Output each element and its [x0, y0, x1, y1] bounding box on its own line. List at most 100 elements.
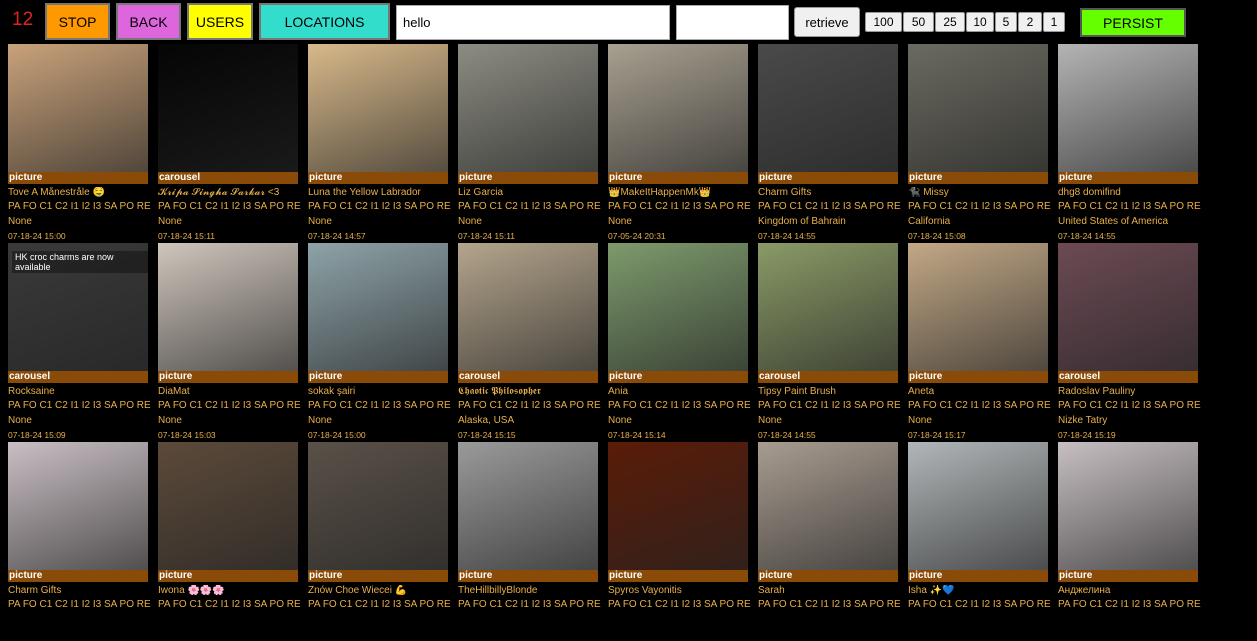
account-name[interactable]: Sarah — [758, 585, 908, 597]
sunset-photo[interactable] — [1058, 243, 1198, 371]
result-card[interactable]: picture Liz Garcia PA FO C1 C2 I1 I2 I3 SA… — [458, 44, 601, 243]
lavender-photo[interactable] — [608, 243, 748, 371]
page-size-5-button[interactable]: 5 — [995, 12, 1017, 32]
phone-case-photo[interactable] — [8, 442, 148, 570]
result-card[interactable]: picture sokak şairi PA FO C1 C2 I1 I2 I3 S… — [308, 243, 451, 442]
account-name[interactable]: Iwona 🌸🌸🌸 — [158, 585, 308, 597]
phone-case-photo[interactable] — [758, 44, 898, 172]
blank-photo[interactable] — [158, 44, 298, 172]
result-card[interactable]: carousel Radoslav Pauliny PA FO C1 C2 I1 I… — [1058, 243, 1201, 442]
post-type-label: picture — [1058, 570, 1198, 582]
result-card[interactable]: picture Iwona 🌸🌸🌸 PA FO C1 C2 I1 I2 I3 SA … — [158, 442, 301, 641]
account-name[interactable]: 𝓚𝓻𝓲𝓹𝓪 𝓢𝓲𝓷𝓰𝓱𝓪 𝓢𝓪𝓻𝓴𝓪𝓻 <3 — [158, 187, 308, 199]
result-card[interactable]: picture Luna the Yellow Labrador PA FO C1 … — [308, 44, 451, 243]
post-type-label: picture — [308, 570, 448, 582]
result-card[interactable]: picture Tove A Månestråle 🤤 PA FO C1 C2 I1… — [8, 44, 151, 243]
persist-button[interactable]: PERSIST — [1080, 8, 1186, 37]
result-card[interactable]: picture Ania PA FO C1 C2 I1 I2 I3 SA PO RE… — [608, 243, 751, 442]
account-name[interactable]: Znów Choe Wiecei 💪 — [308, 585, 458, 597]
locations-button[interactable]: LOCATIONS — [259, 3, 390, 40]
result-card[interactable]: picture Sarah PA FO C1 C2 I1 I2 I3 SA PO R… — [758, 442, 901, 641]
result-card[interactable]: picture Spyros Vayonitis PA FO C1 C2 I1 I2… — [608, 442, 751, 641]
result-card[interactable]: picture dhg8 domifind PA FO C1 C2 I1 I2 I3… — [1058, 44, 1201, 243]
result-card[interactable]: picture Charm Gifts PA FO C1 C2 I1 I2 I3 S… — [8, 442, 151, 641]
result-card[interactable]: HK croc charms are now available carousel… — [8, 243, 151, 442]
search-input[interactable] — [396, 5, 670, 40]
result-card[interactable]: picture TheHillbillyBlonde PA FO C1 C2 I1 … — [458, 442, 601, 641]
cat-photo[interactable] — [908, 44, 1048, 172]
croc-charms-photo[interactable]: HK croc charms are now available — [8, 243, 148, 371]
page-size-10-button[interactable]: 10 — [966, 12, 994, 32]
portrait-photo[interactable] — [8, 44, 148, 172]
street-photo[interactable] — [308, 243, 448, 371]
pavement-photo[interactable] — [458, 44, 598, 172]
page-size-25-button[interactable]: 25 — [935, 12, 965, 32]
account-name[interactable]: DiaMat — [158, 386, 308, 398]
sunset-tree-photo[interactable] — [608, 442, 748, 570]
category-codes: PA FO C1 C2 I1 I2 I3 SA PO RE — [458, 599, 601, 610]
category-codes: PA FO C1 C2 I1 I2 I3 SA PO RE — [908, 400, 1051, 411]
portrait-photo[interactable] — [158, 243, 298, 371]
users-button[interactable]: USERS — [187, 3, 253, 40]
result-card[interactable]: picture Aneta PA FO C1 C2 I1 I2 I3 SA PO R… — [908, 243, 1051, 442]
account-name[interactable]: Tipsy Paint Brush — [758, 386, 908, 398]
puppies-photo[interactable] — [308, 44, 448, 172]
result-card[interactable]: picture Znów Choe Wiecei 💪 PA FO C1 C2 I1 … — [308, 442, 451, 641]
selfie-photo[interactable] — [1058, 442, 1198, 570]
account-name[interactable]: Luna the Yellow Labrador — [308, 187, 458, 199]
post-type-label: picture — [158, 570, 298, 582]
location-text: None — [8, 415, 32, 426]
post-type-label: picture — [758, 172, 898, 184]
selfie-photo[interactable] — [458, 243, 598, 371]
hat-photo[interactable] — [458, 442, 598, 570]
account-name[interactable]: Charm Gifts — [8, 585, 158, 597]
back-button[interactable]: BACK — [116, 3, 181, 40]
account-name[interactable]: Spyros Vayonitis — [608, 585, 758, 597]
portrait-photo[interactable] — [308, 442, 448, 570]
account-name[interactable]: Tove A Månestråle 🤤 — [8, 187, 158, 199]
account-name[interactable]: Aneta — [908, 386, 1058, 398]
account-name[interactable]: sokak şairi — [308, 386, 458, 398]
account-name[interactable]: Ania — [608, 386, 758, 398]
page-size-2-button[interactable]: 2 — [1018, 12, 1042, 32]
account-name[interactable]: Isha ✨💙 — [908, 585, 1058, 597]
post-type-label: carousel — [458, 371, 598, 383]
result-card[interactable]: carousel 𝕮𝖍𝖆𝖔𝖙𝖎𝖈 𝕻𝖍𝖎𝖑𝖔𝖘𝖔𝖕𝖍𝖊𝖗 PA FO C1 C2 I… — [458, 243, 601, 442]
portrait-photo[interactable] — [908, 442, 1048, 570]
stop-button[interactable]: STOP — [45, 3, 110, 40]
category-codes: PA FO C1 C2 I1 I2 I3 SA PO RE — [458, 201, 601, 212]
account-name[interactable]: Rocksaine — [8, 386, 158, 398]
account-name[interactable]: 👑MakeItHappenMk👑 — [608, 187, 758, 199]
account-name[interactable]: 🐈‍⬛ Missy — [908, 187, 1058, 199]
account-name[interactable]: Анджелина — [1058, 585, 1208, 597]
account-name[interactable]: 𝕮𝖍𝖆𝖔𝖙𝖎𝖈 𝕻𝖍𝖎𝖑𝖔𝖘𝖔𝖕𝖍𝖊𝖗 — [458, 386, 608, 398]
secondary-input[interactable] — [676, 5, 789, 40]
garden-photo[interactable] — [758, 243, 898, 371]
page-size-100-button[interactable]: 100 — [865, 12, 902, 32]
post-type-label: carousel — [158, 172, 298, 184]
account-name[interactable]: Radoslav Pauliny — [1058, 386, 1208, 398]
account-name[interactable]: TheHillbillyBlonde — [458, 585, 608, 597]
sea-sunset-photo[interactable] — [158, 442, 298, 570]
post-type-label: picture — [608, 172, 748, 184]
result-card[interactable]: picture 👑MakeItHappenMk👑 PA FO C1 C2 I1 I2… — [608, 44, 751, 243]
kitchen-photo[interactable] — [608, 44, 748, 172]
retrieve-button[interactable]: retrieve — [794, 7, 860, 37]
category-codes: PA FO C1 C2 I1 I2 I3 SA PO RE — [308, 599, 451, 610]
result-card[interactable]: picture Isha ✨💙 PA FO C1 C2 I1 I2 I3 SA PO… — [908, 442, 1051, 641]
account-name[interactable]: Liz Garcia — [458, 187, 608, 199]
result-card[interactable]: picture Charm Gifts PA FO C1 C2 I1 I2 I3 S… — [758, 44, 901, 243]
account-name[interactable]: Charm Gifts — [758, 187, 908, 199]
necklace-photo[interactable] — [1058, 44, 1198, 172]
location-text: None — [458, 216, 482, 227]
result-card[interactable]: carousel 𝓚𝓻𝓲𝓹𝓪 𝓢𝓲𝓷𝓰𝓱𝓪 𝓢𝓪𝓻𝓴𝓪𝓻 <3 PA FO C1 C… — [158, 44, 301, 243]
result-card[interactable]: picture Анджелина PA FO C1 C2 I1 I2 I3 SA … — [1058, 442, 1201, 641]
page-size-1-button[interactable]: 1 — [1043, 12, 1065, 32]
result-card[interactable]: picture 🐈‍⬛ Missy PA FO C1 C2 I1 I2 I3 SA … — [908, 44, 1051, 243]
result-card[interactable]: carousel Tipsy Paint Brush PA FO C1 C2 I1 … — [758, 243, 901, 442]
portrait-photo[interactable] — [908, 243, 1048, 371]
account-name[interactable]: dhg8 domifind — [1058, 187, 1208, 199]
page-size-50-button[interactable]: 50 — [903, 12, 934, 32]
result-card[interactable]: picture DiaMat PA FO C1 C2 I1 I2 I3 SA PO … — [158, 243, 301, 442]
portrait-photo[interactable] — [758, 442, 898, 570]
